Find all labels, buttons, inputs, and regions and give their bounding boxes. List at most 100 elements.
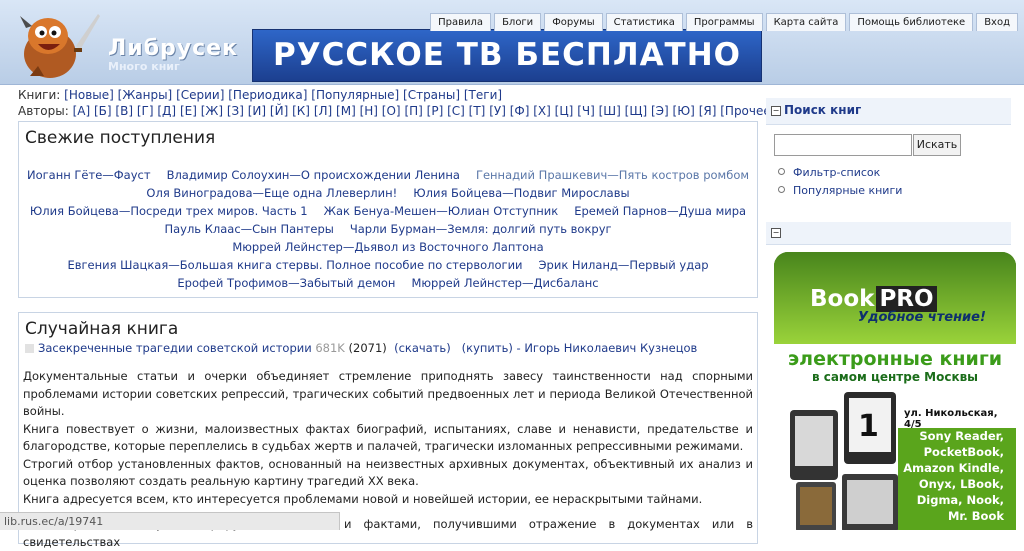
author-letter-list: [А] [Б] [В] [Г] [Д] [Е] [Ж] [З] [И] [Й] … — [73, 104, 776, 118]
author-letter-link[interactable]: [Д] — [157, 104, 176, 118]
fresh-book-link[interactable]: Владимир Солоухин—О происхождении Ленина — [167, 168, 460, 182]
random-book-link[interactable]: Засекреченные трагедии советской истории — [38, 341, 312, 355]
author-letter-link[interactable]: [Б] — [94, 104, 112, 118]
mascot-logo-icon[interactable] — [8, 6, 103, 82]
author-letter-link[interactable]: [Р] — [427, 104, 444, 118]
author-letter-link[interactable]: [Ф] — [510, 104, 530, 118]
ad-address: ул. Никольская, 4/5 — [904, 408, 998, 430]
author-letter-link[interactable]: [Ц] — [555, 104, 574, 118]
popular-books-link[interactable]: Популярные книги — [778, 184, 902, 197]
author-letter-link[interactable]: [О] — [382, 104, 401, 118]
books-link-series[interactable]: [Серии] — [176, 88, 224, 102]
books-link-new[interactable]: [Новые] — [64, 88, 114, 102]
books-link-periodicals[interactable]: [Периодика] — [228, 88, 307, 102]
author-letter-link[interactable]: [А] — [73, 104, 91, 118]
filter-list-link[interactable]: Фильтр-список — [778, 166, 880, 179]
author-letter-link[interactable]: [Е] — [180, 104, 197, 118]
collapse-icon[interactable]: − — [771, 106, 781, 116]
fresh-arrivals-list: Иоганн Гёте—Фауст Владимир Солоухин—О про… — [19, 166, 757, 292]
nav-help-library[interactable]: Помощь библиотеке — [849, 13, 974, 31]
annotation-paragraph: Книга повествует о жизни, малоизвестных … — [23, 421, 753, 454]
fresh-book-link[interactable]: Ерофей Трофимов—Забытый демон — [177, 276, 395, 290]
fresh-book-link[interactable]: Юлия Бойцева—Подвиг Мирославы — [413, 186, 629, 200]
author-letter-link[interactable]: [У] — [489, 104, 506, 118]
ad-model: Digma, Nook, — [916, 493, 1004, 507]
fresh-book-link[interactable]: Иоганн Гёте—Фауст — [27, 168, 151, 182]
author-link[interactable]: - Игорь Николаевич Кузнецов — [517, 341, 698, 355]
books-link-tags[interactable]: [Теги] — [464, 88, 502, 102]
books-link-countries[interactable]: [Страны] — [403, 88, 460, 102]
author-letter-link[interactable]: [Х] — [533, 104, 551, 118]
nav-statistics[interactable]: Статистика — [605, 13, 683, 31]
ad-title: электронные книги — [787, 348, 1003, 370]
author-letter-link[interactable]: [И] — [248, 104, 266, 118]
search-button[interactable]: Искать — [913, 134, 961, 156]
author-letter-link[interactable]: [Ю] — [673, 104, 695, 118]
author-letter-link[interactable]: [Н] — [360, 104, 378, 118]
random-book-title: Случайная книга — [25, 319, 179, 339]
search-block-title: Поиск книг — [784, 103, 862, 117]
bullet-icon — [778, 168, 785, 175]
search-input[interactable] — [774, 134, 912, 156]
nav-programs[interactable]: Программы — [685, 13, 763, 31]
ad-banner[interactable]: РУССКОЕ ТВ БЕСПЛАТНО — [252, 29, 762, 82]
fresh-book-link[interactable]: Юлия Бойцева—Посреди трех миров. Часть 1 — [30, 204, 308, 218]
author-letter-link[interactable]: [В] — [115, 104, 133, 118]
books-links-row: Книги: [Новые] [Жанры] [Серии] [Периодик… — [18, 88, 502, 102]
site-title[interactable]: Либрусек — [108, 36, 238, 61]
author-letter-link[interactable]: [Э] — [651, 104, 669, 118]
fresh-book-link[interactable]: Мюррей Лейнстер—Дьявол из Восточного Лап… — [232, 240, 543, 254]
author-letter-link[interactable]: [Л] — [314, 104, 332, 118]
site-header: Либрусек Много книг РУССКОЕ ТВ БЕСПЛАТНО… — [0, 0, 1024, 85]
fresh-book-link[interactable]: Геннадий Прашкевич—Пять костров ромбом — [476, 168, 749, 182]
books-link-genres[interactable]: [Жанры] — [118, 88, 173, 102]
buy-link[interactable]: (купить) — [462, 341, 513, 355]
browser-status-bar: lib.rus.ec/a/19741 — [0, 512, 340, 530]
fresh-book-link[interactable]: Чарли Бурман—Земля: долгий путь вокруг — [350, 222, 612, 236]
ad-block-header: − — [766, 222, 1011, 245]
author-letter-link[interactable]: [М] — [336, 104, 356, 118]
ad-models-list: Sony Reader, PocketBook, Amazon Kindle, … — [898, 428, 1016, 530]
ad-model: Mr. Book — [947, 509, 1004, 523]
fresh-arrivals-row: Юлия Бойцева—Посреди трех миров. Часть 1… — [19, 202, 757, 220]
ad-model: Onyx, LBook, — [918, 477, 1004, 491]
download-count: (2071) — [348, 341, 387, 355]
annotation-paragraph: Строгий отбор установленных фактов, осно… — [23, 456, 753, 489]
author-letter-link[interactable]: [П] — [404, 104, 422, 118]
search-block-header: − Поиск книг — [766, 98, 1011, 125]
author-letter-link[interactable]: [Я] — [699, 104, 717, 118]
download-link[interactable]: (скачать) — [394, 341, 451, 355]
nav-sitemap[interactable]: Карта сайта — [765, 13, 847, 31]
nav-forums[interactable]: Форумы — [544, 13, 603, 31]
fresh-book-link[interactable]: Мюррей Лейнстер—Дисбаланс — [411, 276, 598, 290]
author-letter-link[interactable]: [Щ] — [625, 104, 648, 118]
author-letter-link[interactable]: [З] — [227, 104, 244, 118]
fresh-arrivals-title: Свежие поступления — [25, 128, 216, 148]
fresh-arrivals-row: Мюррей Лейнстер—Дьявол из Восточного Лап… — [19, 238, 757, 256]
collapse-icon[interactable]: − — [771, 228, 781, 238]
fresh-arrivals-row: Оля Виноградова—Еще одна Ллеверлин! Юлия … — [19, 184, 757, 202]
nav-login[interactable]: Вход — [976, 13, 1018, 31]
annotation-paragraph: Книга адресуется всем, кто интересуется … — [23, 491, 703, 506]
books-link-popular[interactable]: [Популярные] — [311, 88, 399, 102]
nav-blogs[interactable]: Блоги — [494, 13, 542, 31]
fresh-book-link[interactable]: Еремей Парнов—Душа мира — [574, 204, 746, 218]
fresh-book-link[interactable]: Жак Бенуа-Мешен—Юлиан Отступник — [324, 204, 559, 218]
fresh-arrivals-panel: Свежие поступления Иоганн Гёте—Фауст Влад… — [18, 121, 758, 298]
author-letter-link[interactable]: [Ж] — [201, 104, 223, 118]
fresh-book-link[interactable]: Эрик Ниланд—Первый удар — [539, 258, 709, 272]
author-letter-link[interactable]: [Ш] — [599, 104, 621, 118]
nav-rules[interactable]: Правила — [430, 13, 492, 31]
author-letter-link[interactable]: [Й] — [270, 104, 288, 118]
author-letter-link[interactable]: [Ч] — [577, 104, 595, 118]
ad-logo-area: Book PRO Удобное чтение! — [774, 252, 1016, 344]
fresh-book-link[interactable]: Евгения Шацкая—Большая книга стервы. Пол… — [67, 258, 522, 272]
author-letter-link[interactable]: [Г] — [137, 104, 154, 118]
fresh-book-link[interactable]: Пауль Клаас—Сын Пантеры — [164, 222, 333, 236]
author-letter-link[interactable]: [С] — [447, 104, 465, 118]
fresh-book-link[interactable]: Оля Виноградова—Еще одна Ллеверлин! — [146, 186, 397, 200]
author-letter-link[interactable]: [Т] — [469, 104, 486, 118]
bookpro-advertisement[interactable]: Book PRO Удобное чтение! электронные книг… — [774, 252, 1016, 530]
ad-slogan: Удобное чтение! — [858, 310, 986, 325]
author-letter-link[interactable]: [К] — [292, 104, 310, 118]
